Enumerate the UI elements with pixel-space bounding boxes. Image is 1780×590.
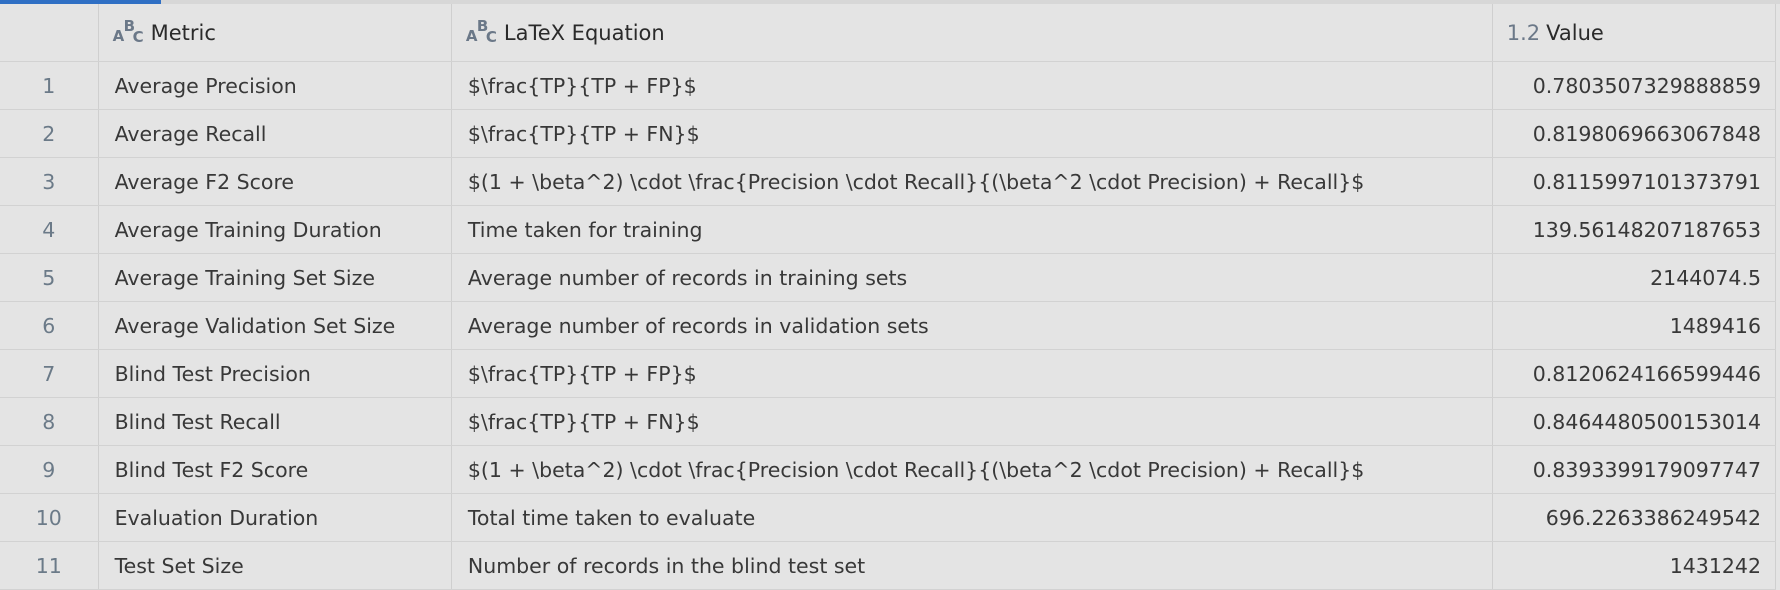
value-cell[interactable]: 0.8464480500153014 [1492, 397, 1777, 446]
value-cell[interactable]: 0.8115997101373791 [1492, 157, 1777, 206]
value-cell[interactable]: 0.8120624166599446 [1492, 349, 1777, 398]
column-header-label: Metric [150, 20, 216, 45]
column-header-label: Value [1546, 20, 1604, 45]
results-table: ABC Metric ABC LaTeX Equation 1.2 Value … [0, 4, 1777, 590]
metric-cell[interactable]: Average Validation Set Size [98, 301, 452, 350]
metric-cell[interactable]: Blind Test F2 Score [98, 445, 452, 494]
column-header-metric[interactable]: ABC Metric [98, 4, 452, 62]
text-type-icon: ABC [465, 16, 497, 46]
equation-cell[interactable]: $\frac{TP}{TP + FP}$ [451, 61, 1493, 110]
metric-cell[interactable]: Average Training Set Size [98, 253, 452, 302]
metric-cell[interactable]: Blind Test Precision [98, 349, 452, 398]
metric-cell[interactable]: Evaluation Duration [98, 493, 452, 542]
row-index-cell[interactable]: 4 [0, 205, 99, 254]
value-cell[interactable]: 0.8198069663067848 [1492, 109, 1777, 158]
row-index-cell[interactable]: 11 [0, 541, 99, 590]
row-index-cell[interactable]: 10 [0, 493, 99, 542]
data-grid: ABC Metric ABC LaTeX Equation 1.2 Value … [0, 0, 1780, 590]
value-cell[interactable]: 1431242 [1492, 541, 1777, 590]
table-row[interactable]: 1 Average Precision $\frac{TP}{TP + FP}$ 0.… [0, 61, 1777, 110]
metric-cell[interactable]: Average Training Duration [98, 205, 452, 254]
metric-cell[interactable]: Average Precision [98, 61, 452, 110]
equation-cell[interactable]: $\frac{TP}{TP + FN}$ [451, 397, 1493, 446]
header-row: ABC Metric ABC LaTeX Equation 1.2 Value [0, 4, 1777, 62]
equation-cell[interactable]: Average number of records in training se… [451, 253, 1493, 302]
equation-cell[interactable]: Number of records in the blind test set [451, 541, 1493, 590]
row-index-cell[interactable]: 8 [0, 397, 99, 446]
column-header-equation[interactable]: ABC LaTeX Equation [451, 4, 1493, 62]
row-index-cell[interactable]: 2 [0, 109, 99, 158]
text-type-icon: ABC [112, 16, 144, 46]
equation-cell[interactable]: $(1 + \beta^2) \cdot \frac{Precision \cd… [451, 157, 1493, 206]
table-row[interactable]: 4 Average Training Duration Time taken for… [0, 205, 1777, 254]
table-row[interactable]: 9 Blind Test F2 Score $(1 + \beta^2) \cdot… [0, 445, 1777, 494]
value-cell[interactable]: 139.56148207187653 [1492, 205, 1777, 254]
equation-cell[interactable]: Average number of records in validation … [451, 301, 1493, 350]
value-cell[interactable]: 2144074.5 [1492, 253, 1777, 302]
table-row[interactable]: 2 Average Recall $\frac{TP}{TP + FN}$ 0.819… [0, 109, 1777, 158]
table-row[interactable]: 10 Evaluation Duration Total time taken to… [0, 493, 1777, 542]
table-body: 1 Average Precision $\frac{TP}{TP + FP}$ 0.… [0, 61, 1777, 590]
table-row[interactable]: 8 Blind Test Recall $\frac{TP}{TP + FN}$ 0.… [0, 397, 1777, 446]
row-index-header[interactable] [0, 4, 99, 62]
equation-cell[interactable]: $(1 + \beta^2) \cdot \frac{Precision \cd… [451, 445, 1493, 494]
row-index-cell[interactable]: 5 [0, 253, 99, 302]
row-index-cell[interactable]: 1 [0, 61, 99, 110]
right-edge [1776, 4, 1780, 590]
metric-cell[interactable]: Test Set Size [98, 541, 452, 590]
numeric-type-icon: 1.2 [1506, 20, 1541, 45]
table-row[interactable]: 5 Average Training Set Size Average number… [0, 253, 1777, 302]
value-cell[interactable]: 1489416 [1492, 301, 1777, 350]
table-row[interactable]: 3 Average F2 Score $(1 + \beta^2) \cdot \f… [0, 157, 1777, 206]
equation-cell[interactable]: $\frac{TP}{TP + FP}$ [451, 349, 1493, 398]
metric-cell[interactable]: Average Recall [98, 109, 452, 158]
value-cell[interactable]: 0.8393399179097747 [1492, 445, 1777, 494]
equation-cell[interactable]: Total time taken to evaluate [451, 493, 1493, 542]
table-row[interactable]: 11 Test Set Size Number of records in the … [0, 541, 1777, 590]
equation-cell[interactable]: Time taken for training [451, 205, 1493, 254]
equation-cell[interactable]: $\frac{TP}{TP + FN}$ [451, 109, 1493, 158]
value-cell[interactable]: 696.2263386249542 [1492, 493, 1777, 542]
row-index-cell[interactable]: 6 [0, 301, 99, 350]
column-header-value[interactable]: 1.2 Value [1492, 4, 1777, 62]
table-row[interactable]: 6 Average Validation Set Size Average numb… [0, 301, 1777, 350]
row-index-cell[interactable]: 3 [0, 157, 99, 206]
value-cell[interactable]: 0.7803507329888859 [1492, 61, 1777, 110]
row-index-cell[interactable]: 9 [0, 445, 99, 494]
row-index-cell[interactable]: 7 [0, 349, 99, 398]
column-header-label: LaTeX Equation [503, 20, 665, 45]
metric-cell[interactable]: Blind Test Recall [98, 397, 452, 446]
metric-cell[interactable]: Average F2 Score [98, 157, 452, 206]
table-row[interactable]: 7 Blind Test Precision $\frac{TP}{TP + FP}… [0, 349, 1777, 398]
